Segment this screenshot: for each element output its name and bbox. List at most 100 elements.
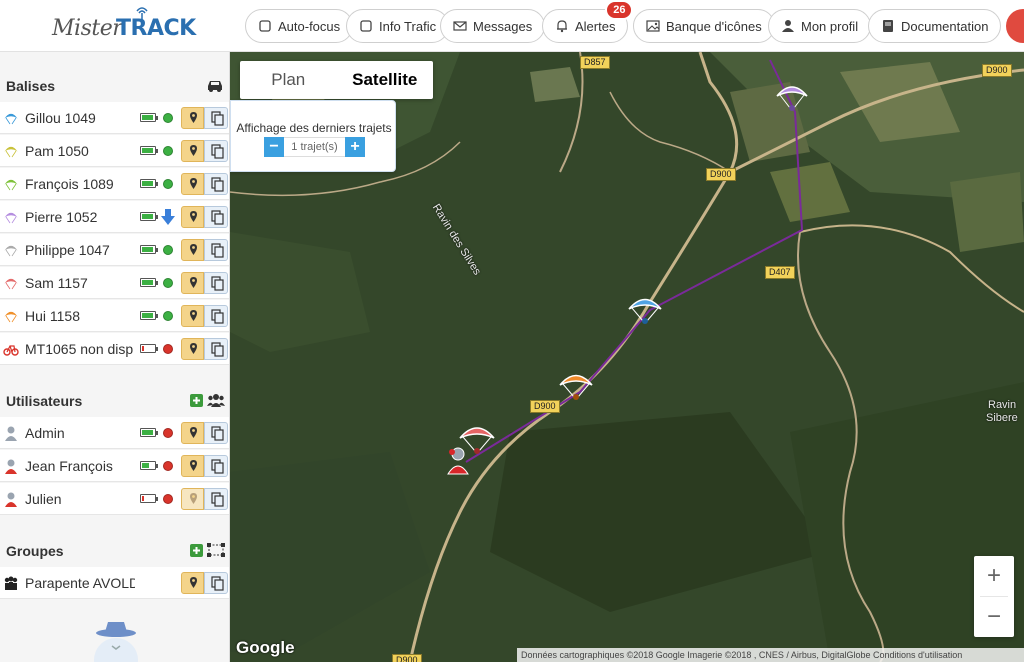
road-label: D407 <box>765 266 795 279</box>
copy-button[interactable] <box>204 173 228 195</box>
logo[interactable]: Mister TRACK <box>52 6 196 46</box>
copy-button[interactable] <box>204 422 228 444</box>
map-place-label: Ravin <box>988 399 1017 411</box>
icon-bank-label: Banque d'icônes <box>666 18 762 34</box>
copy-icon <box>211 177 224 192</box>
status-dot <box>163 113 173 123</box>
group-row[interactable]: Parapente AVOLDA <box>0 567 229 599</box>
status-dot <box>163 146 173 156</box>
copy-button[interactable] <box>204 338 228 360</box>
alerts-button[interactable]: Alertes 26 <box>542 0 634 43</box>
map-marker-icon <box>190 112 197 123</box>
battery-indicator <box>140 344 158 353</box>
logo-text-track: TRACK <box>116 16 196 41</box>
icon-bank-button[interactable]: Banque d'icônes <box>633 9 775 43</box>
status-dot <box>163 311 173 321</box>
documentation-label: Documentation <box>901 18 989 34</box>
paraglider-icon <box>3 212 19 224</box>
messages-label: Messages <box>473 18 533 34</box>
group-icon <box>4 576 18 590</box>
beacon-row[interactable]: François 1089 <box>0 168 229 200</box>
trajets-increase-button[interactable]: + <box>345 137 365 157</box>
copy-button[interactable] <box>204 488 228 510</box>
paraglider-marker-hui[interactable] <box>558 370 594 402</box>
profile-button[interactable]: Mon profil <box>768 9 872 43</box>
beacon-row[interactable]: Philippe 1047 <box>0 234 229 266</box>
row-name: Philippe 1047 <box>25 242 110 258</box>
locate-button[interactable] <box>181 338 204 360</box>
beacon-row[interactable]: Pam 1050 <box>0 135 229 167</box>
user-row[interactable]: Jean François <box>0 450 229 482</box>
locate-button[interactable] <box>181 422 204 444</box>
locate-button[interactable] <box>181 107 204 129</box>
beacon-row[interactable]: Sam 1157 <box>0 267 229 299</box>
battery-indicator <box>140 494 158 503</box>
beacon-row[interactable]: MT1065 non disp <box>0 333 229 365</box>
map-view[interactable]: Plan Satellite Affichage des derniers tr… <box>230 52 1024 662</box>
copy-button[interactable] <box>204 239 228 261</box>
documentation-button[interactable]: Documentation <box>868 9 1002 43</box>
messages-button[interactable]: Messages <box>440 9 546 43</box>
locate-button[interactable] <box>181 206 204 228</box>
user-row[interactable]: Admin <box>0 417 229 449</box>
beacon-row[interactable]: Pierre 1052 <box>0 201 229 233</box>
trajets-decrease-button[interactable]: − <box>264 137 284 157</box>
copy-icon <box>211 276 224 291</box>
locate-button[interactable] <box>181 455 204 477</box>
copy-button[interactable] <box>204 272 228 294</box>
locate-button[interactable] <box>181 239 204 261</box>
battery-indicator <box>140 212 158 221</box>
map-type-control: Plan Satellite <box>240 61 433 99</box>
users-icon[interactable] <box>207 393 225 407</box>
paraglider-marker-pierre[interactable] <box>775 82 809 112</box>
copy-button[interactable] <box>204 572 228 594</box>
copy-button[interactable] <box>204 107 228 129</box>
copy-button[interactable] <box>204 140 228 162</box>
battery-indicator <box>140 278 158 287</box>
autofocus-button[interactable]: Auto-focus <box>245 9 354 43</box>
add-user-icon[interactable] <box>190 394 203 407</box>
locate-button[interactable] <box>181 272 204 294</box>
logout-button[interactable] <box>1006 9 1024 43</box>
row-name: Sam 1157 <box>25 275 88 291</box>
car-icon[interactable] <box>206 78 224 92</box>
locate-button[interactable] <box>181 140 204 162</box>
locate-button[interactable] <box>181 173 204 195</box>
copy-button[interactable] <box>204 455 228 477</box>
alerts-count-badge: 26 <box>605 0 634 20</box>
copy-button[interactable] <box>204 206 228 228</box>
battery-indicator <box>140 461 158 470</box>
group-select-icon[interactable] <box>207 543 225 557</box>
beacon-row[interactable]: Gillou 1049 <box>0 102 229 134</box>
sidebar: Balises Gillou 1049 Pam 1050 François 1089… <box>0 52 230 662</box>
copy-icon <box>211 459 224 474</box>
map-marker-icon <box>190 343 197 354</box>
paraglider-marker-gillou[interactable] <box>627 294 663 326</box>
autofocus-label: Auto-focus <box>278 18 341 34</box>
zoom-out-button[interactable]: − <box>974 597 1014 637</box>
status-dot <box>163 179 173 189</box>
copy-icon <box>211 243 224 258</box>
zoom-in-button[interactable]: + <box>974 556 1014 596</box>
row-name: Pam 1050 <box>25 143 89 159</box>
map-type-plan[interactable]: Plan <box>240 61 337 99</box>
locate-button[interactable] <box>181 488 204 510</box>
locate-button[interactable] <box>181 572 204 594</box>
users-title: Utilisateurs <box>6 393 83 409</box>
road-label: D900 <box>530 400 560 413</box>
row-name: Parapente AVOLDA <box>25 575 135 591</box>
copy-button[interactable] <box>204 305 228 327</box>
locate-button[interactable] <box>181 305 204 327</box>
map-attribution[interactable]: Données cartographiques ©2018 Google Ima… <box>517 648 1024 662</box>
beacon-row[interactable]: Hui 1158 <box>0 300 229 332</box>
user-marker-admin[interactable] <box>444 444 474 480</box>
book-icon <box>883 20 893 32</box>
copy-icon <box>211 144 224 159</box>
row-name: Julien <box>25 491 62 507</box>
map-type-satellite[interactable]: Satellite <box>337 61 434 99</box>
status-dot <box>163 245 173 255</box>
user-row[interactable]: Julien <box>0 483 229 515</box>
logo-text-mister: Mister <box>52 16 123 41</box>
traffic-button[interactable]: Info Trafic <box>346 9 450 43</box>
add-group-icon[interactable] <box>190 544 203 557</box>
